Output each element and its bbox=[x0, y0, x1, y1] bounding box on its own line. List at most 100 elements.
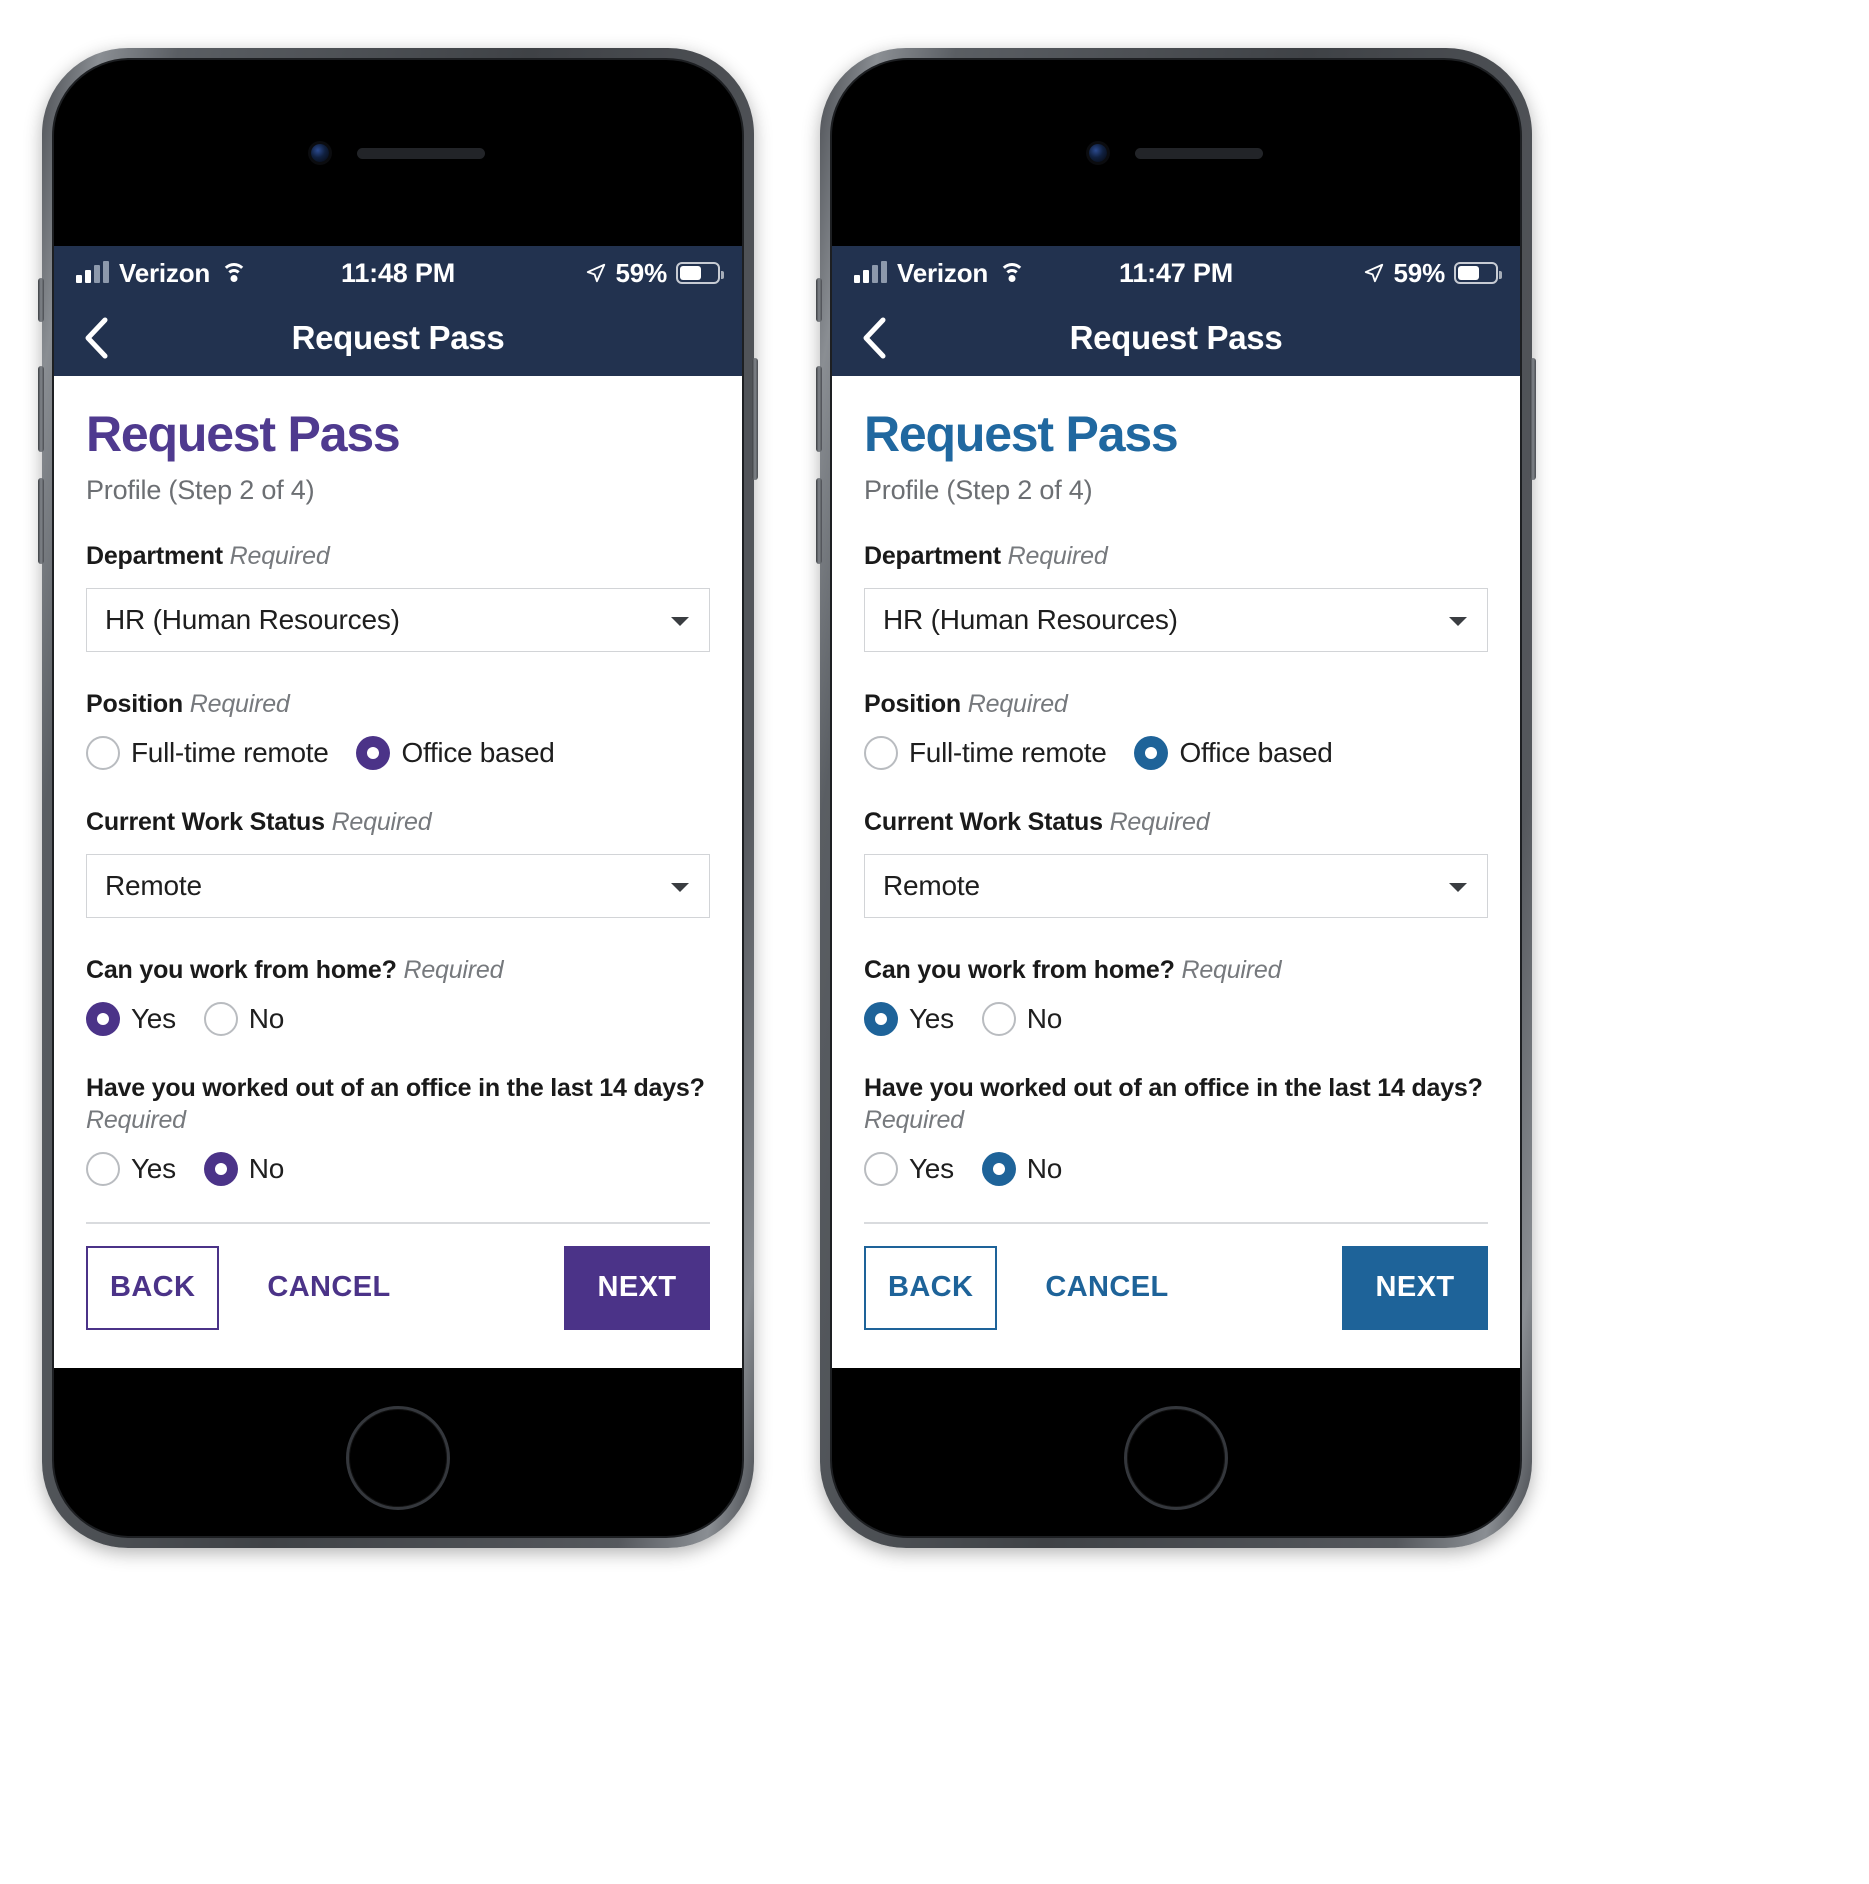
office-14-days-option-no-label: No bbox=[1026, 1152, 1063, 1184]
back-button[interactable]: BACK bbox=[864, 1245, 998, 1330]
department-select-value: HR (Human Resources) bbox=[105, 603, 400, 635]
radio-icon-selected bbox=[1134, 735, 1169, 770]
cancel-button[interactable]: CANCEL bbox=[241, 1246, 416, 1330]
nav-title: Request Pass bbox=[291, 319, 505, 356]
position-option-remote[interactable]: Full-time remote bbox=[86, 735, 329, 770]
work-from-home-option-no[interactable]: No bbox=[203, 1001, 285, 1036]
work-from-home-option-no-label: No bbox=[248, 1002, 285, 1034]
position-label: Position Required bbox=[86, 688, 710, 720]
work-status-label: Current Work Status Required bbox=[86, 806, 710, 838]
radio-icon bbox=[864, 1151, 898, 1186]
work-status-select[interactable]: Remote bbox=[864, 853, 1488, 918]
office-14-days-option-no[interactable]: No bbox=[203, 1151, 285, 1186]
next-button[interactable]: NEXT bbox=[1342, 1245, 1488, 1330]
radio-icon bbox=[981, 1001, 1016, 1036]
work-from-home-label: Can you work from home? Required bbox=[86, 954, 710, 986]
front-camera-icon bbox=[1089, 144, 1107, 162]
volume-up-button[interactable] bbox=[38, 366, 44, 452]
screenshot-stage: Verizon 11:48 PM 59% Request Pass Reques… bbox=[0, 0, 1869, 1884]
home-button[interactable] bbox=[346, 1406, 450, 1510]
phone-screen-purple: Verizon 11:48 PM 59% Request Pass Reques… bbox=[54, 246, 742, 1368]
actions-divider bbox=[86, 1221, 710, 1224]
volume-up-button[interactable] bbox=[816, 366, 822, 452]
status-bar-left: Verizon bbox=[854, 258, 1119, 289]
office-14-days-option-no-label: No bbox=[248, 1152, 285, 1184]
work-from-home-option-no[interactable]: No bbox=[981, 1001, 1063, 1036]
volume-down-button[interactable] bbox=[38, 478, 44, 564]
battery-percent-label: 59% bbox=[1393, 257, 1446, 288]
navigation-bar: Request Pass bbox=[832, 300, 1520, 376]
front-camera-icon bbox=[311, 144, 329, 162]
volume-down-button[interactable] bbox=[816, 478, 822, 564]
sensor-row bbox=[832, 144, 1520, 162]
work-from-home-option-yes-label: Yes bbox=[909, 1002, 954, 1034]
silent-switch[interactable] bbox=[38, 278, 44, 322]
phone-screen-blue: Verizon 11:47 PM 59% Request Pass Reques… bbox=[832, 246, 1520, 1368]
work-status-label-text: Current Work Status bbox=[864, 807, 1103, 836]
radio-icon-selected bbox=[86, 1001, 120, 1036]
department-label-text: Department bbox=[86, 541, 223, 570]
position-option-office[interactable]: Office based bbox=[356, 735, 555, 770]
department-select[interactable]: HR (Human Resources) bbox=[864, 587, 1488, 652]
power-button[interactable] bbox=[1530, 358, 1536, 480]
work-status-select-value: Remote bbox=[883, 869, 980, 901]
work-status-select-value: Remote bbox=[105, 869, 202, 901]
navigation-bar: Request Pass bbox=[54, 300, 742, 376]
work-status-required-text: Required bbox=[1109, 807, 1210, 836]
department-select-value: HR (Human Resources) bbox=[883, 603, 1178, 635]
office-14-days-option-no[interactable]: No bbox=[981, 1151, 1063, 1186]
cancel-button[interactable]: CANCEL bbox=[1019, 1246, 1194, 1330]
page-title: Request Pass bbox=[86, 406, 401, 462]
office-14-days-label: Have you worked out of an office in the … bbox=[86, 1072, 710, 1136]
office-14-days-option-yes[interactable]: Yes bbox=[864, 1151, 954, 1186]
radio-icon bbox=[86, 1151, 120, 1186]
status-bar-time: 11:48 PM bbox=[341, 257, 455, 288]
department-select[interactable]: HR (Human Resources) bbox=[86, 587, 710, 652]
work-from-home-label-text: Can you work from home? bbox=[86, 955, 397, 984]
position-option-remote-label: Full-time remote bbox=[131, 736, 329, 768]
office-14-days-required-text: Required bbox=[86, 1105, 186, 1134]
position-option-remote[interactable]: Full-time remote bbox=[864, 735, 1107, 770]
work-from-home-option-yes-label: Yes bbox=[131, 1002, 176, 1034]
work-from-home-option-no-label: No bbox=[1026, 1002, 1063, 1034]
phone-mockup-blue: Verizon 11:47 PM 59% Request Pass Reques… bbox=[816, 48, 1536, 1548]
radio-icon bbox=[203, 1001, 238, 1036]
back-button[interactable]: BACK bbox=[86, 1245, 220, 1330]
work-from-home-required-text: Required bbox=[1181, 955, 1282, 984]
status-bar-left: Verizon bbox=[76, 258, 341, 289]
status-bar: Verizon 11:47 PM 59% bbox=[832, 246, 1520, 300]
position-option-office[interactable]: Office based bbox=[1134, 735, 1333, 770]
office-14-days-label-text: Have you worked out of an office in the … bbox=[864, 1073, 1483, 1102]
next-button[interactable]: NEXT bbox=[564, 1245, 710, 1330]
page-subtitle: Profile (Step 2 of 4) bbox=[86, 474, 315, 505]
work-from-home-radio-group: Yes No bbox=[86, 1001, 710, 1036]
office-14-days-option-yes[interactable]: Yes bbox=[86, 1151, 176, 1186]
chevron-down-icon bbox=[671, 616, 689, 626]
silent-switch[interactable] bbox=[816, 278, 822, 322]
position-option-office-label: Office based bbox=[1179, 736, 1333, 768]
phone-body: Verizon 11:47 PM 59% Request Pass Reques… bbox=[830, 58, 1522, 1538]
office-14-days-label-text: Have you worked out of an office in the … bbox=[86, 1073, 705, 1102]
department-required-text: Required bbox=[1007, 541, 1108, 570]
work-from-home-option-yes[interactable]: Yes bbox=[86, 1001, 176, 1036]
office-14-days-radio-group: Yes No bbox=[86, 1151, 710, 1186]
page-title: Request Pass bbox=[864, 406, 1179, 462]
status-bar: Verizon 11:48 PM 59% bbox=[54, 246, 742, 300]
position-radio-group: Full-time remote Office based bbox=[86, 735, 710, 770]
work-status-select[interactable]: Remote bbox=[86, 853, 710, 918]
position-required-text: Required bbox=[189, 689, 290, 718]
radio-icon bbox=[86, 735, 120, 770]
chevron-down-icon bbox=[1449, 882, 1467, 892]
department-label: Department Required bbox=[864, 540, 1488, 572]
radio-icon-selected bbox=[864, 1001, 898, 1036]
page-subtitle: Profile (Step 2 of 4) bbox=[864, 474, 1093, 505]
work-from-home-label-text: Can you work from home? bbox=[864, 955, 1175, 984]
home-button[interactable] bbox=[1124, 1406, 1228, 1510]
power-button[interactable] bbox=[752, 358, 758, 480]
phone-body: Verizon 11:48 PM 59% Request Pass Reques… bbox=[52, 58, 744, 1538]
work-from-home-option-yes[interactable]: Yes bbox=[864, 1001, 954, 1036]
phone-mockup-purple: Verizon 11:48 PM 59% Request Pass Reques… bbox=[38, 48, 758, 1548]
battery-icon bbox=[1454, 262, 1502, 284]
location-arrow-icon bbox=[586, 263, 605, 283]
position-option-office-label: Office based bbox=[401, 736, 555, 768]
